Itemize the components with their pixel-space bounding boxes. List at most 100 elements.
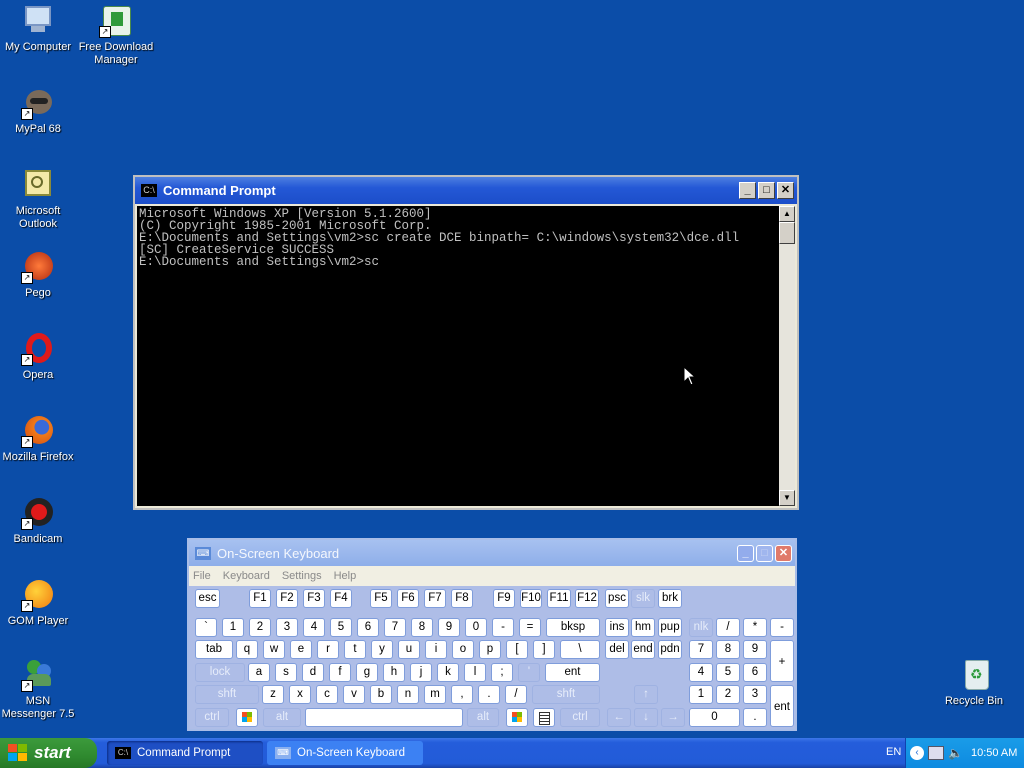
desktop-icon-firefox[interactable]: ↗ Mozilla Firefox (0, 414, 76, 464)
key-o[interactable]: o (452, 640, 474, 659)
application-menu-key-icon[interactable] (533, 708, 555, 727)
key-np-sub[interactable]: - (770, 618, 794, 637)
menu-keyboard[interactable]: Keyboard (223, 570, 270, 582)
key-end[interactable]: end (631, 640, 655, 659)
menu-help[interactable]: Help (334, 570, 357, 582)
key-w[interactable]: w (263, 640, 285, 659)
key-np-dot[interactable]: . (743, 708, 767, 727)
key-left[interactable]: ← (607, 708, 631, 727)
desktop-icon-recycle-bin[interactable]: ♻ Recycle Bin (936, 658, 1012, 708)
key-f3[interactable]: F3 (303, 589, 325, 608)
key-lalt[interactable]: alt (263, 708, 301, 727)
taskbar-item-command-prompt[interactable]: C:\ Command Prompt (107, 741, 263, 765)
key-pup[interactable]: pup (658, 618, 682, 637)
key-t[interactable]: t (344, 640, 366, 659)
scroll-up-arrow-icon[interactable]: ▲ (779, 206, 795, 222)
key-z[interactable]: z (262, 685, 284, 704)
key-d0[interactable]: 0 (465, 618, 487, 637)
key-bksp[interactable]: bksp (546, 618, 600, 637)
key-np9[interactable]: 9 (743, 640, 767, 659)
key-d[interactable]: d (302, 663, 324, 682)
key-n[interactable]: n (397, 685, 419, 704)
key-np1[interactable]: 1 (689, 685, 713, 704)
cmd-titlebar[interactable]: C:\ Command Prompt _ □ ✕ (135, 177, 797, 204)
key-f10[interactable]: F10 (520, 589, 542, 608)
key-lock[interactable]: lock (195, 663, 245, 682)
key-lctrl[interactable]: ctrl (195, 708, 229, 727)
menu-settings[interactable]: Settings (282, 570, 322, 582)
desktop-icon-outlook[interactable]: Microsoft Outlook (0, 168, 76, 231)
key-np-mul[interactable]: * (743, 618, 767, 637)
on-screen-keyboard-window[interactable]: ⌨ On-Screen Keyboard _ □ ✕ File Keyboard… (187, 538, 797, 731)
key-np6[interactable]: 6 (743, 663, 767, 682)
key-np0[interactable]: 0 (689, 708, 740, 727)
key-del[interactable]: del (605, 640, 629, 659)
key-tab[interactable]: tab (195, 640, 233, 659)
maximize-button[interactable]: □ (756, 544, 773, 562)
console-output[interactable]: Microsoft Windows XP [Version 5.1.2600](… (137, 206, 779, 506)
key-psc[interactable]: psc (605, 589, 629, 608)
key-f4[interactable]: F4 (330, 589, 352, 608)
key-up[interactable]: ↑ (634, 685, 658, 704)
key-ent[interactable]: ent (545, 663, 600, 682)
key-k[interactable]: k (437, 663, 459, 682)
network-icon[interactable] (928, 746, 944, 760)
osk-titlebar[interactable]: ⌨ On-Screen Keyboard _ □ ✕ (189, 540, 795, 566)
key-f5[interactable]: F5 (370, 589, 392, 608)
key-b[interactable]: b (370, 685, 392, 704)
key-g[interactable]: g (356, 663, 378, 682)
key-hm[interactable]: hm (631, 618, 655, 637)
key-q[interactable]: q (236, 640, 258, 659)
desktop-icon-pego[interactable]: ↗ Pego (0, 250, 76, 300)
key-np4[interactable]: 4 (689, 663, 713, 682)
key-lshft[interactable]: shft (195, 685, 259, 704)
scroll-thumb[interactable] (779, 222, 795, 244)
key-r[interactable]: r (317, 640, 339, 659)
key-f[interactable]: f (329, 663, 351, 682)
scroll-down-arrow-icon[interactable]: ▼ (779, 490, 795, 506)
key-quote[interactable]: ' (518, 663, 540, 682)
key-f7[interactable]: F7 (424, 589, 446, 608)
command-prompt-window[interactable]: C:\ Command Prompt _ □ ✕ Microsoft Windo… (133, 175, 799, 510)
key-np-ent[interactable]: ent (770, 685, 794, 727)
key-esc[interactable]: esc (195, 589, 220, 608)
taskbar-item-on-screen-keyboard[interactable]: ⌨ On-Screen Keyboard (267, 741, 423, 765)
windows-key-icon[interactable] (236, 708, 258, 727)
key-slash[interactable]: / (505, 685, 527, 704)
key-a[interactable]: a (248, 663, 270, 682)
key-comma[interactable]: , (451, 685, 473, 704)
volume-icon[interactable]: 🔈 (948, 746, 963, 760)
key-np3[interactable]: 3 (743, 685, 767, 704)
key-d6[interactable]: 6 (357, 618, 379, 637)
minimize-button[interactable]: _ (739, 182, 756, 199)
close-button[interactable]: ✕ (775, 544, 792, 562)
desktop-icon-mypal[interactable]: ↗ MyPal 68 (0, 86, 76, 136)
clock[interactable]: 10:50 AM (971, 747, 1017, 759)
key-f9[interactable]: F9 (493, 589, 515, 608)
windows-key-icon[interactable] (506, 708, 528, 727)
key-s[interactable]: s (275, 663, 297, 682)
key-rbr[interactable]: ] (533, 640, 555, 659)
key-bslash[interactable]: \ (560, 640, 600, 659)
key-p[interactable]: p (479, 640, 501, 659)
desktop-icon-opera[interactable]: ↗ Opera (0, 332, 76, 382)
key-np8[interactable]: 8 (716, 640, 740, 659)
desktop-icon-gom-player[interactable]: ↗ GOM Player (0, 578, 76, 628)
desktop-icon-bandicam[interactable]: ↗ Bandicam (0, 496, 76, 546)
menu-file[interactable]: File (193, 570, 211, 582)
key-h[interactable]: h (383, 663, 405, 682)
key-v[interactable]: v (343, 685, 365, 704)
key-f1[interactable]: F1 (249, 589, 271, 608)
chevron-left-icon[interactable]: ‹ (910, 746, 924, 760)
minimize-button[interactable]: _ (737, 544, 754, 562)
key-backtick[interactable]: ` (195, 618, 217, 637)
console-scrollbar[interactable]: ▲ ▼ (779, 206, 795, 506)
key-slk[interactable]: slk (631, 589, 655, 608)
language-indicator[interactable]: EN (886, 746, 901, 758)
key-f12[interactable]: F12 (575, 589, 599, 608)
close-button[interactable]: ✕ (777, 182, 794, 199)
key-np2[interactable]: 2 (716, 685, 740, 704)
key-d5[interactable]: 5 (330, 618, 352, 637)
key-j[interactable]: j (410, 663, 432, 682)
key-period[interactable]: . (478, 685, 500, 704)
